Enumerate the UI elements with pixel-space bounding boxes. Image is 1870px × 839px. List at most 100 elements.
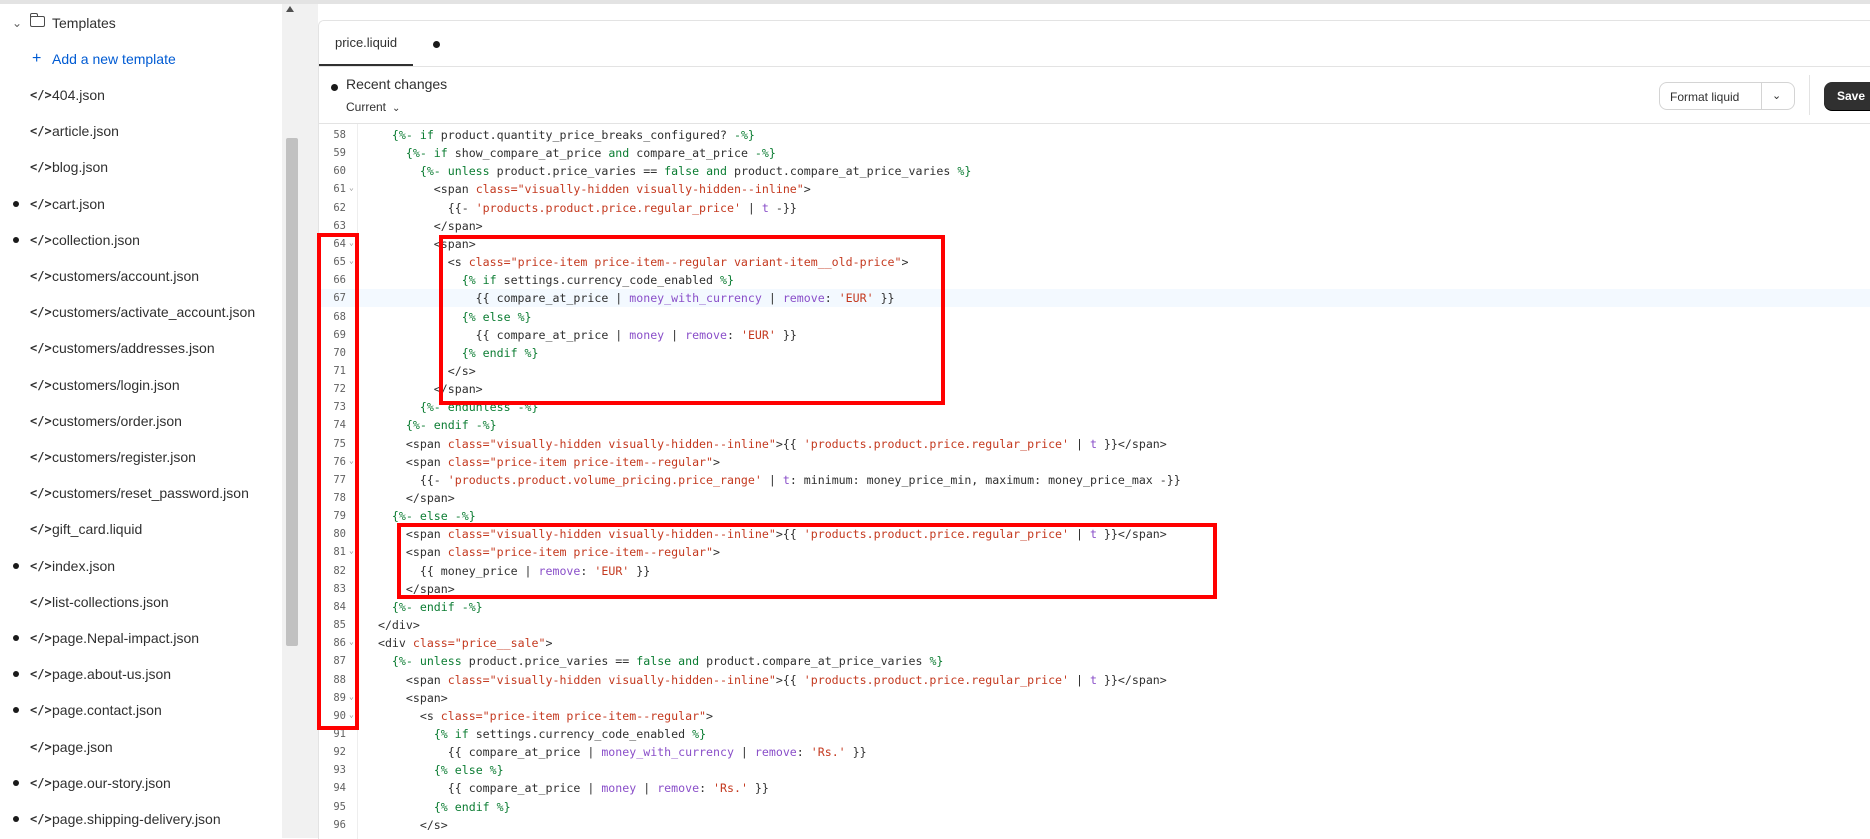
template-file-item[interactable]: </> cart.json [0,186,282,222]
code-line[interactable]: 77 {{- 'products.product.volume_pricing.… [319,471,1870,489]
template-file-item[interactable]: </> article.json [0,113,282,149]
code-line[interactable]: 94 {{ compare_at_price | money | remove:… [319,779,1870,797]
modified-dot-icon [13,707,19,714]
code-text: {{ compare_at_price | money | remove: 'R… [364,781,769,796]
code-area[interactable]: 58 {%- if product.quantity_price_breaks_… [319,124,1870,839]
template-file-item[interactable]: </> 404.json [0,77,282,113]
template-file-item[interactable]: </> customers/register.json [0,439,282,475]
code-line[interactable]: 70 {% endif %} [319,344,1870,362]
template-file-label: customers/account.json [52,268,200,284]
scroll-up-arrow-icon[interactable] [286,6,294,12]
code-text: </s> [364,363,476,378]
code-line[interactable]: 83 </span> [319,580,1870,598]
code-line[interactable]: 65 ⌄ <s class="price-item price-item--reg… [319,253,1870,271]
code-text: </span> [364,581,455,596]
code-line[interactable]: 89 ⌄ <span> [319,689,1870,707]
line-number: 78 [333,492,346,504]
template-file-item[interactable]: </> page.contact.json [0,692,282,728]
line-number: 71 [333,364,346,377]
template-file-item[interactable]: </> list-collections.json [0,584,282,620]
template-file-item[interactable]: </> customers/order.json [0,403,282,439]
code-line[interactable]: 96 </s> [319,816,1870,834]
fold-chevron-icon[interactable]: ⌄ [349,179,354,197]
code-line[interactable]: 72 </span> [319,380,1870,398]
code-line[interactable]: 95 {% endif %} [319,798,1870,816]
fold-chevron-icon[interactable]: ⌄ [349,688,354,706]
tab-price-liquid[interactable]: price.liquid [319,21,414,66]
code-line[interactable]: 78 </span> [319,489,1870,507]
template-file-item[interactable]: </> gift_card.liquid [0,511,282,547]
code-line[interactable]: 86 ⌄ <div class="price__sale"> [319,634,1870,652]
line-number: 95 [333,800,346,813]
code-line[interactable]: 64 ⌄ <span> [319,235,1870,253]
template-file-label: gift_card.liquid [52,521,143,538]
code-line[interactable]: 66 {% if settings.currency_code_enabled … [319,271,1870,289]
save-button[interactable]: Save [1824,82,1870,110]
code-line[interactable]: 82 {{ money_price | remove: 'EUR' }} [319,562,1870,580]
add-template-link[interactable]: + Add a new template [0,41,282,77]
code-line[interactable]: 58 {%- if product.quantity_price_breaks_… [319,126,1870,144]
template-file-label: cart.json [52,195,105,212]
fold-chevron-icon[interactable]: ⌄ [349,234,354,252]
code-line[interactable]: 74 {%- endif -%} [319,416,1870,434]
template-file-item[interactable]: </> customers/reset_password.json [0,475,282,511]
templates-folder[interactable]: ⌄ Templates [0,5,282,41]
code-line[interactable]: 92 {{ compare_at_price | money_with_curr… [319,743,1870,761]
version-select[interactable]: Current ⌄ [346,100,400,114]
code-line[interactable]: 81 ⌄ <span class="price-item price-item--… [319,543,1870,561]
status-dot-icon [331,84,338,91]
code-line[interactable]: 84 {%- endif -%} [319,598,1870,616]
template-file-label: collection.json [52,231,140,248]
line-number: 63 [333,219,346,232]
format-liquid-button[interactable]: Format liquid ⌄ [1659,82,1795,110]
line-number: 79 [333,510,346,523]
template-file-item[interactable]: </> page.shipping-delivery.json [0,801,282,837]
code-file-icon: </> [30,522,52,537]
template-file-item[interactable]: </> customers/login.json [0,367,282,403]
code-line[interactable]: 62 {{- 'products.product.price.regular_p… [319,199,1870,217]
template-file-item[interactable]: </> customers/activate_account.json [0,294,282,330]
code-line[interactable]: 93 {% else %} [319,761,1870,779]
template-file-item[interactable]: </> page.our-story.json [0,765,282,801]
code-text: {%- endunless -%} [419,400,539,415]
template-file-item[interactable]: </> index.json [0,548,282,584]
code-line[interactable]: 75 <span class="visually-hidden visually… [319,435,1870,453]
template-file-item[interactable]: </> customers/addresses.json [0,330,282,366]
code-line[interactable]: 85 </div> [319,616,1870,634]
modified-dot-icon [13,635,19,641]
code-text: </span> [364,218,483,233]
chevron-down-icon[interactable]: ⌄ [1772,89,1781,102]
code-line[interactable]: 68 {% else %} [319,308,1870,326]
template-file-item[interactable]: </> page.about-us.json [0,656,282,692]
fold-chevron-icon[interactable]: ⌄ [349,452,354,470]
code-line[interactable]: 87 {%- unless product.price_varies == fa… [319,652,1870,670]
code-line[interactable]: 79 {%- else -%} [319,507,1870,525]
template-file-label: page.contact.json [52,702,162,719]
code-line[interactable]: 63 </span> [319,217,1870,235]
code-line[interactable]: 61 ⌄ <span class="visually-hidden visuall… [319,180,1870,198]
fold-chevron-icon[interactable]: ⌄ [349,706,354,724]
code-line[interactable]: 69 {{ compare_at_price | money | remove:… [319,326,1870,344]
fold-chevron-icon[interactable]: ⌄ [349,633,354,651]
code-line[interactable]: 71 </s> [319,362,1870,380]
fold-chevron-icon[interactable]: ⌄ [349,252,354,270]
sidebar-scroll-thumb[interactable] [286,138,298,646]
code-line[interactable]: 88 <span class="visually-hidden visually… [319,671,1870,689]
template-file-item[interactable]: </> collection.json [0,222,282,258]
code-line[interactable]: 90 ⌄ <s class="price-item price-item--reg… [319,707,1870,725]
line-number: 74 [333,419,346,432]
template-file-item[interactable]: </> blog.json [0,149,282,185]
code-file-icon: </> [30,269,52,283]
template-file-item[interactable]: </> customers/account.json [0,258,282,294]
code-line[interactable]: 73 {%- endunless -%} [319,398,1870,416]
code-line[interactable]: 91 {% if settings.currency_code_enabled … [319,725,1870,743]
template-file-item[interactable]: </> page.json [0,729,282,765]
code-line[interactable]: 60 {%- unless product.price_varies == fa… [319,162,1870,180]
template-file-label: customers/login.json [52,376,180,393]
code-line[interactable]: 67 {{ compare_at_price | money_with_curr… [319,289,1870,308]
template-file-item[interactable]: </> page.Nepal-impact.json [0,620,282,656]
fold-chevron-icon[interactable]: ⌄ [349,542,354,560]
code-line[interactable]: 76 ⌄ <span class="price-item price-item--… [319,453,1870,471]
code-line[interactable]: 59 {%- if show_compare_at_price and comp… [319,144,1870,162]
code-line[interactable]: 80 <span class="visually-hidden visually… [319,525,1870,543]
